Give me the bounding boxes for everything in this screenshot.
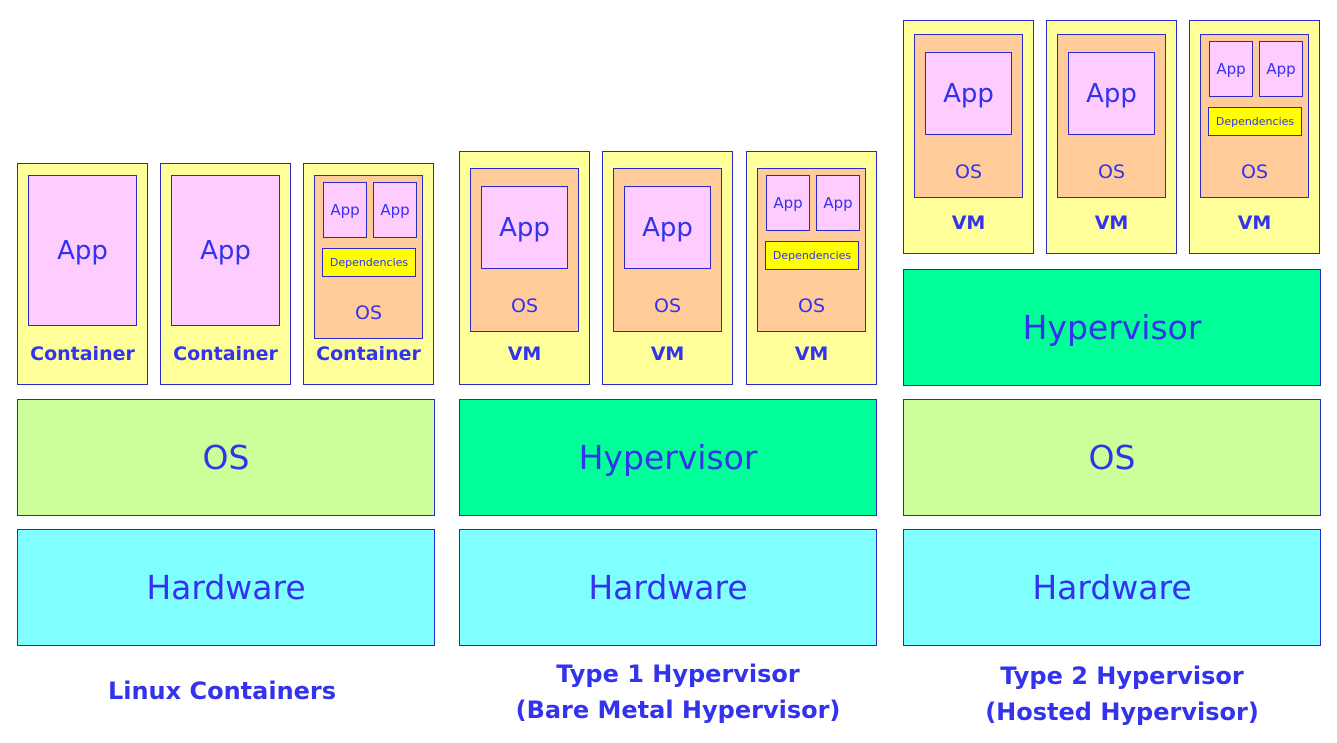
app-label: App [1266, 60, 1296, 78]
stack-caption: Linux Containers [107, 677, 337, 705]
app-label: App [642, 212, 693, 243]
guest-os-label: OS [510, 295, 538, 317]
vm-box: VM OS App App Dependencies [746, 151, 877, 385]
vm-label: VM [1237, 212, 1272, 234]
app-box: App [1209, 41, 1253, 97]
vm-box: VM OS App App Dependencies [1189, 20, 1320, 254]
guest-os-label: OS [354, 302, 382, 324]
hardware-layer-label: Hardware [1032, 568, 1192, 607]
app-box: App [1068, 52, 1155, 135]
guest-os-box: OS App [613, 168, 722, 332]
guest-os-label: OS [1097, 161, 1125, 183]
app-label: App [200, 235, 251, 266]
hypervisor-layer: Hypervisor [903, 269, 1321, 386]
hypervisor-layer: Hypervisor [459, 399, 877, 516]
vm-box: VM OS App [459, 151, 590, 385]
hardware-layer-label: Hardware [146, 568, 306, 607]
dependencies-label: Dependencies [1215, 115, 1295, 128]
app-box: App [766, 175, 810, 231]
guest-os-box: OS App App Dependencies [757, 168, 866, 332]
app-box: App [28, 175, 137, 326]
app-label: App [823, 194, 853, 212]
app-label: App [1086, 78, 1137, 109]
container-label: Container [316, 343, 421, 365]
os-layer: OS [17, 399, 435, 516]
hardware-layer: Hardware [17, 529, 435, 646]
app-box: App [171, 175, 280, 326]
guest-os-box: OS App [1057, 34, 1166, 198]
dependencies-box: Dependencies [322, 248, 416, 277]
guest-os-box: OS App [470, 168, 579, 332]
app-box: App [481, 186, 568, 269]
vm-box: VM OS App [602, 151, 733, 385]
dependencies-box: Dependencies [1208, 107, 1302, 136]
dependencies-label: Dependencies [329, 256, 409, 269]
vm-box: VM OS App [1046, 20, 1177, 254]
dependencies-box: Dependencies [765, 241, 859, 270]
app-box: App [373, 182, 417, 238]
hardware-layer: Hardware [903, 529, 1321, 646]
app-box: App [323, 182, 367, 238]
app-box: App [816, 175, 860, 231]
container-label: Container [173, 343, 278, 365]
hypervisor-layer-label: Hypervisor [1022, 308, 1202, 347]
vm-label: VM [951, 212, 986, 234]
guest-os-box: OS App [914, 34, 1023, 198]
app-label: App [943, 78, 994, 109]
vm-label: VM [1094, 212, 1129, 234]
guest-os-label: OS [653, 295, 681, 317]
stack-caption: Type 2 Hypervisor [1000, 662, 1244, 690]
container-label: Container [30, 343, 135, 365]
app-label: App [380, 201, 410, 219]
vm-label: VM [507, 343, 542, 365]
container-box: Container App [17, 163, 148, 385]
guest-os-label: OS [797, 295, 825, 317]
hardware-layer: Hardware [459, 529, 877, 646]
guest-os-box: OS App App Dependencies [1200, 34, 1309, 198]
stack-caption: (Bare Metal Hypervisor) [515, 696, 841, 724]
guest-os-label: OS [1240, 161, 1268, 183]
hypervisor-layer-label: Hypervisor [578, 438, 758, 477]
app-label: App [1216, 60, 1246, 78]
dependencies-label: Dependencies [772, 249, 852, 262]
guest-os-label: OS [954, 161, 982, 183]
guest-os-box: OS App App Dependencies [314, 175, 423, 339]
vm-box: VM OS App [903, 20, 1034, 254]
virtualization-diagram: Container App Container App Container OS App Ap… [0, 0, 1337, 743]
hardware-layer-label: Hardware [588, 568, 748, 607]
app-box: App [624, 186, 711, 269]
app-label: App [773, 194, 803, 212]
app-label: App [330, 201, 360, 219]
vm-label: VM [650, 343, 685, 365]
container-box: Container OS App App Dependencies [303, 163, 434, 385]
app-box: App [1259, 41, 1303, 97]
os-layer-label: OS [202, 438, 250, 477]
os-layer: OS [903, 399, 1321, 516]
container-box: Container App [160, 163, 291, 385]
vm-label: VM [794, 343, 829, 365]
app-label: App [499, 212, 550, 243]
os-layer-label: OS [1088, 438, 1136, 477]
stack-caption: (Hosted Hypervisor) [985, 698, 1259, 726]
stack-caption: Type 1 Hypervisor [556, 660, 800, 688]
app-label: App [57, 235, 108, 266]
app-box: App [925, 52, 1012, 135]
